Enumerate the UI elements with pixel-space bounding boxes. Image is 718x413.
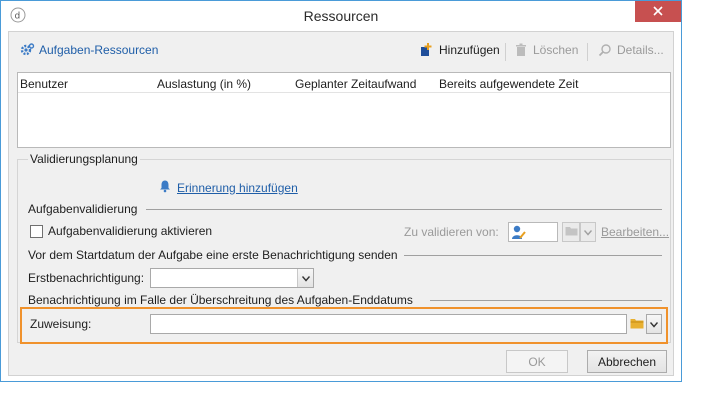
user-icon [511, 224, 527, 243]
chevron-down-icon [649, 317, 659, 331]
table-header: Benutzer Auslastung (in %) Geplanter Zei… [18, 73, 670, 93]
details-button[interactable]: Details... [597, 42, 664, 58]
title-bar: d Ressourcen [1, 1, 681, 31]
add-reminder-link[interactable]: Erinnerung hinzufügen [177, 181, 298, 195]
first-notification-select[interactable] [150, 268, 314, 288]
toolbar: Aufgaben-Ressourcen Hinzufügen Löschen D… [17, 40, 667, 64]
magnifier-icon [597, 42, 613, 58]
divider [404, 255, 662, 256]
first-notification-dropdown[interactable] [297, 269, 313, 287]
first-notification-title: Vor dem Startdatum der Aufgabe eine erst… [28, 248, 402, 262]
resource-table[interactable]: Benutzer Auslastung (in %) Geplanter Zei… [17, 72, 671, 148]
trash-icon [513, 42, 529, 58]
toolbar-separator [505, 43, 506, 61]
bell-icon [158, 179, 172, 196]
divider [430, 300, 662, 301]
ok-button[interactable]: OK [506, 350, 568, 373]
enable-validation-row[interactable]: Aufgabenvalidierung aktivieren [30, 224, 212, 238]
validator-field[interactable] [508, 222, 558, 242]
dialog-content: Aufgaben-Ressourcen Hinzufügen Löschen D… [8, 31, 674, 376]
validate-by-label: Zu validieren von: [404, 225, 499, 239]
resources-dialog: d Ressourcen Aufgaben-Ressourcen Hinzufü… [0, 0, 682, 382]
folder-icon [630, 317, 644, 332]
enable-validation-label: Aufgabenvalidierung aktivieren [48, 224, 213, 238]
chevron-down-icon [301, 271, 310, 285]
assignment-field[interactable] [150, 314, 627, 334]
folder-icon [565, 225, 578, 239]
delete-button[interactable]: Löschen [513, 42, 578, 58]
task-resources-title: Aufgaben-Ressourcen [19, 42, 158, 58]
close-icon [653, 5, 663, 19]
task-resources-label: Aufgaben-Ressourcen [39, 43, 159, 57]
add-resource-icon [419, 42, 435, 58]
chevron-down-icon [583, 225, 593, 239]
divider [146, 209, 662, 210]
enable-validation-checkbox[interactable] [30, 224, 43, 238]
validation-planning-label: Validierungsplanung [28, 152, 140, 166]
column-header-user[interactable]: Benutzer [20, 77, 68, 91]
first-notification-label: Erstbenachrichtigung: [28, 271, 145, 285]
add-button[interactable]: Hinzufügen [419, 42, 500, 58]
validation-planning-group: Validierungsplanung Erinnerung hinzufüge… [17, 152, 671, 344]
details-label: Details... [617, 43, 664, 57]
toolbar-separator [587, 43, 588, 61]
validator-dropdown-button[interactable] [580, 222, 596, 242]
window-title: Ressourcen [303, 8, 379, 24]
close-button[interactable] [635, 1, 681, 22]
add-reminder[interactable]: Erinnerung hinzufügen [158, 179, 298, 196]
column-header-workload[interactable]: Auslastung (in %) [157, 77, 251, 91]
assignment-dropdown[interactable] [646, 314, 662, 334]
delete-label: Löschen [533, 43, 579, 57]
validator-folder-button[interactable] [562, 222, 580, 242]
gear-icon [19, 42, 35, 58]
assignment-folder-button[interactable] [628, 314, 646, 334]
cancel-button[interactable]: Abbrechen [587, 350, 667, 373]
task-validation-title: Aufgabenvalidierung [28, 202, 142, 216]
overdue-notification-title: Benachrichtigung im Falle der Überschrei… [28, 293, 417, 307]
assignment-label: Zuweisung: [30, 317, 92, 331]
edit-link[interactable]: Bearbeiten... [601, 225, 669, 239]
add-label: Hinzufügen [439, 43, 500, 57]
column-header-planned-effort[interactable]: Geplanter Zeitaufwand [295, 77, 416, 91]
column-header-time-spent[interactable]: Bereits aufgewendete Zeit [439, 77, 578, 91]
